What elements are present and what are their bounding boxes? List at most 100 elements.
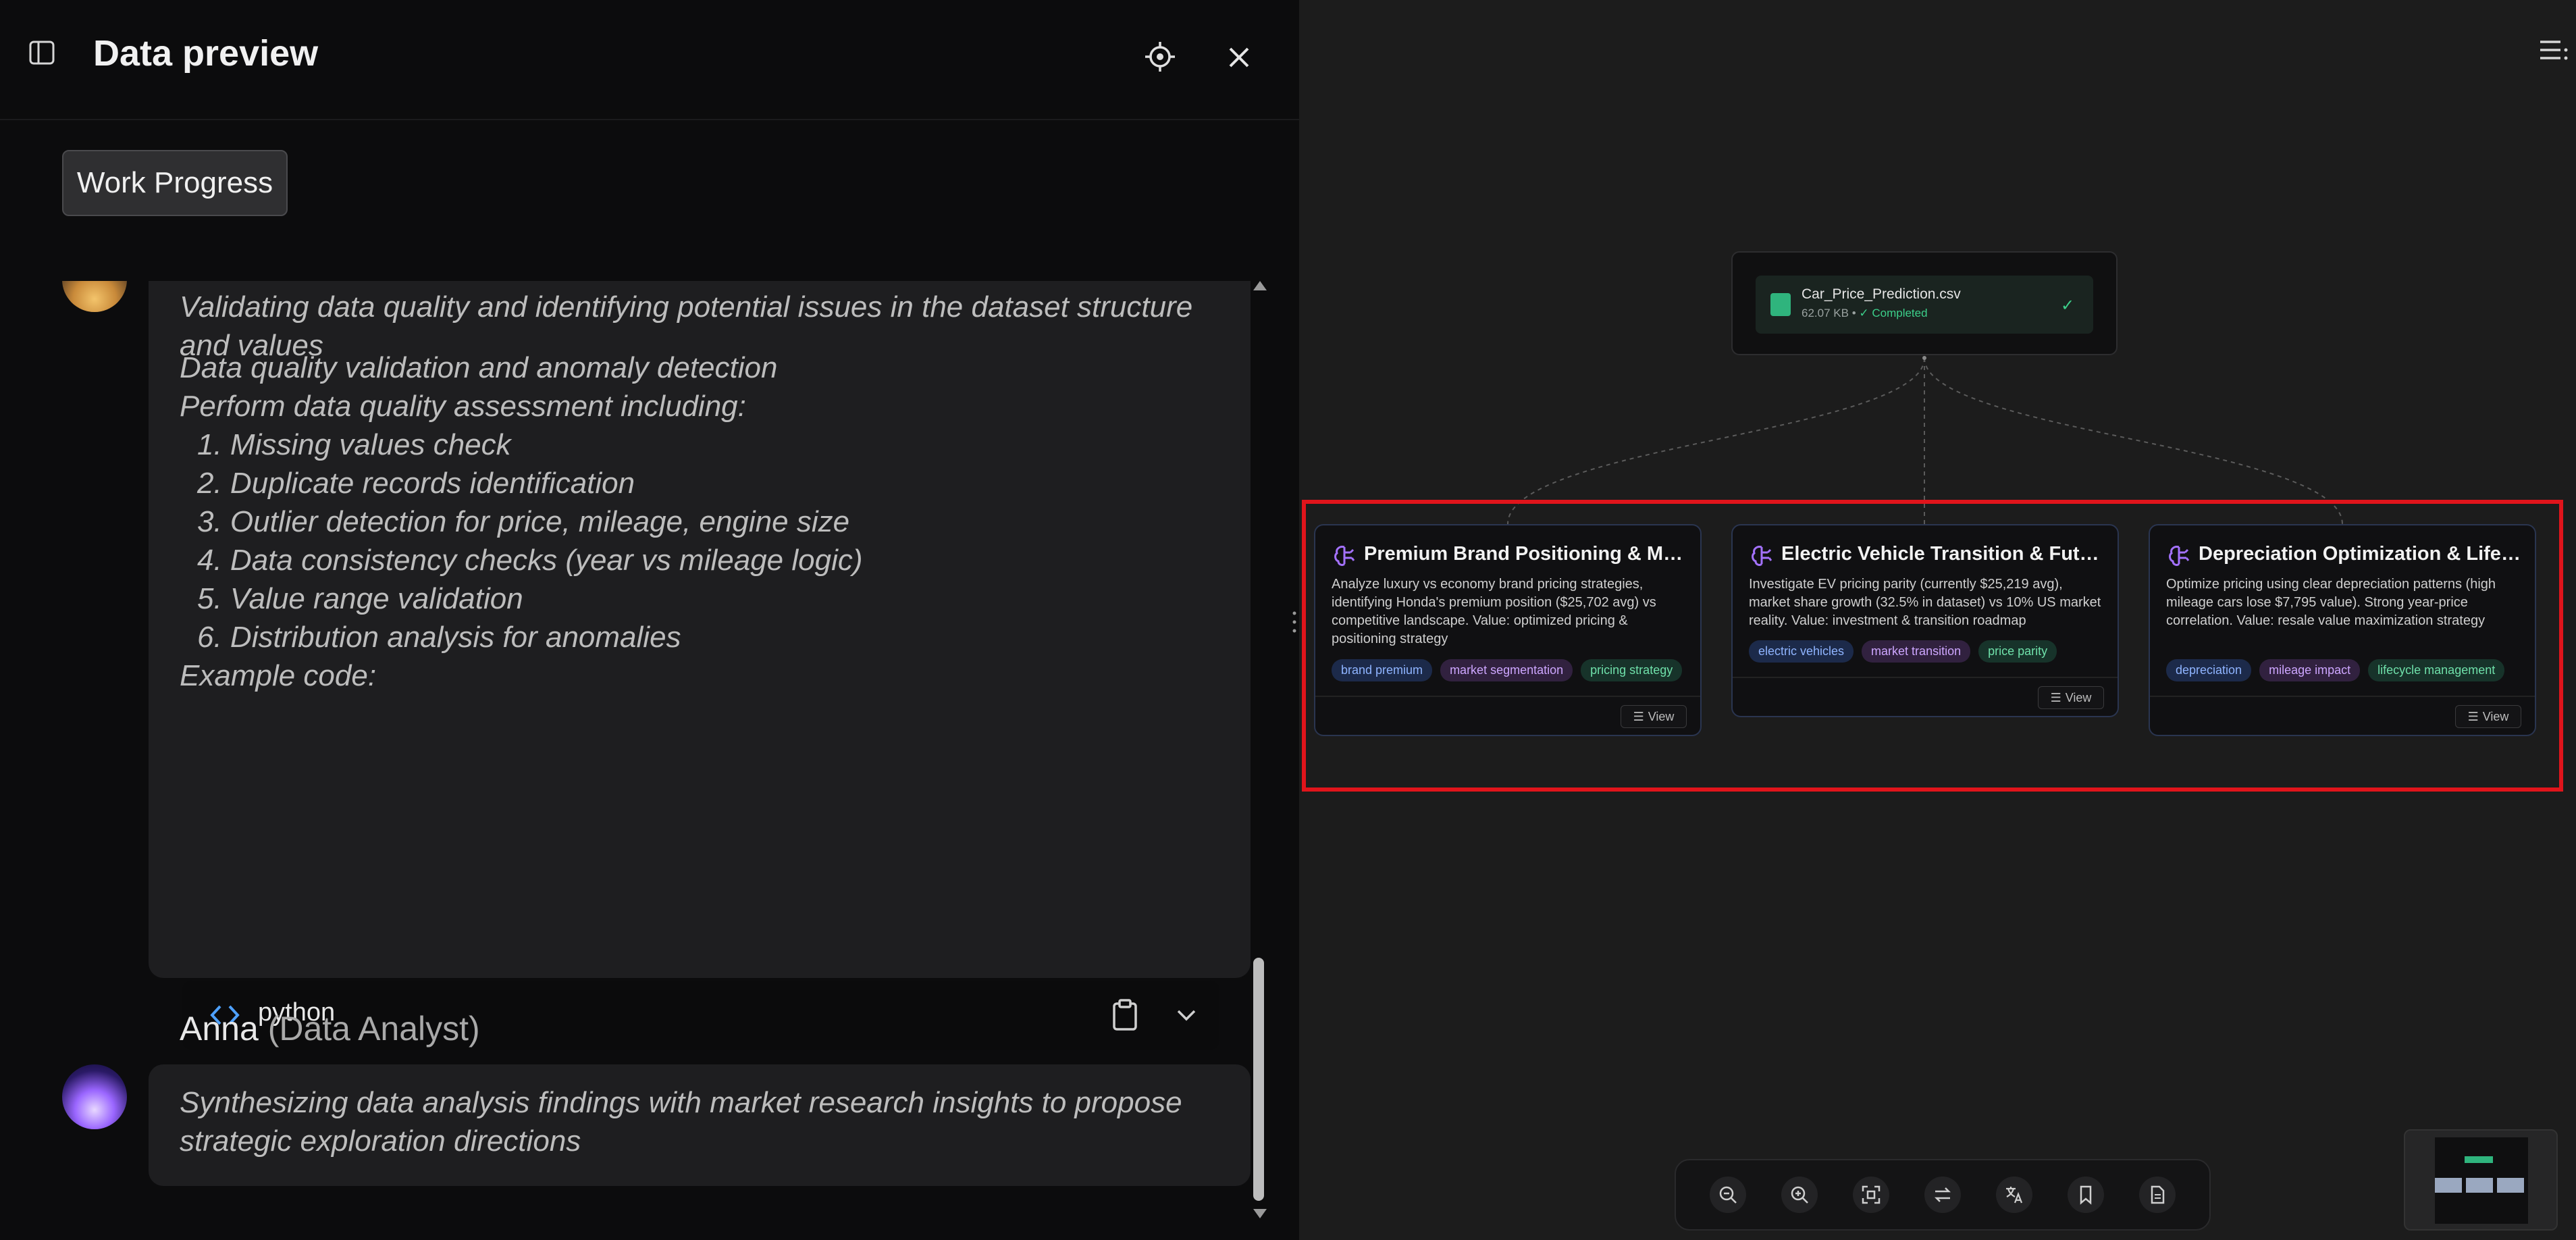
message-status: Synthesizing data analysis findings with… xyxy=(180,1086,1182,1158)
fit-view-icon xyxy=(1862,1185,1881,1204)
list-item: 1. Missing values check xyxy=(197,428,511,461)
direction-card[interactable]: Premium Brand Positioning & Mar... Analy… xyxy=(1314,524,1702,736)
sidebar-toggle-icon[interactable] xyxy=(28,39,55,66)
chat-scroll-area: Validating data quality and identifying … xyxy=(0,281,1299,1240)
minimap[interactable] xyxy=(2404,1129,2558,1231)
tag: market segmentation xyxy=(1440,659,1573,681)
scroll-down-arrow-icon[interactable] xyxy=(1253,1209,1267,1218)
card-title: Premium Brand Positioning & Mar... xyxy=(1364,543,1688,565)
agent-name: Anna (Data Analyst) xyxy=(180,1009,480,1048)
file-node[interactable]: Car_Price_Prediction.csv 62.07 KB • ✓ Co… xyxy=(1731,251,2118,355)
list-item: 6. Distribution analysis for anomalies xyxy=(197,621,681,654)
view-button[interactable]: ☰ View xyxy=(1621,705,1687,728)
file-name: Car_Price_Prediction.csv xyxy=(1802,286,1961,302)
zoom-in-icon xyxy=(1791,1186,1808,1204)
translate-icon xyxy=(2006,1187,2023,1204)
chevron-down-icon[interactable] xyxy=(1175,1005,1198,1025)
tag: electric vehicles xyxy=(1749,640,1854,663)
card-divider xyxy=(1733,677,2118,678)
tag: brand premium xyxy=(1332,659,1433,681)
tag-list: depreciation mileage impact lifecycle ma… xyxy=(2166,659,2505,681)
minimap-file-node xyxy=(2465,1156,2493,1163)
card-description: Investigate EV pricing parity (currently… xyxy=(1749,577,2101,628)
direction-card[interactable]: Electric Vehicle Transition & Future... … xyxy=(1731,524,2119,717)
agent-avatar xyxy=(62,1064,127,1129)
scrollbar-thumb[interactable] xyxy=(1253,958,1264,1201)
file-meta: 62.07 KB • ✓ Completed xyxy=(1802,307,1928,320)
card-title: Electric Vehicle Transition & Future... xyxy=(1781,543,2105,565)
list-item: 2. Duplicate records identification xyxy=(197,467,635,500)
direction-card[interactable]: Depreciation Optimization & Lifec... Opt… xyxy=(2149,524,2536,736)
agent-role: (Data Analyst) xyxy=(267,1010,480,1048)
panel-header: Data preview xyxy=(0,0,1299,120)
fit-view-button[interactable] xyxy=(1853,1177,1889,1213)
document-icon xyxy=(2151,1185,2165,1204)
card-divider xyxy=(2150,696,2535,697)
list-icon: ☰ xyxy=(1633,709,1644,723)
swap-icon xyxy=(1934,1187,1951,1202)
zoom-in-button[interactable] xyxy=(1781,1177,1818,1213)
agent-avatar xyxy=(62,281,127,312)
minimap-card xyxy=(2466,1178,2493,1193)
tag: pricing strategy xyxy=(1581,659,1683,681)
panel-resize-handle-icon[interactable] xyxy=(1291,598,1298,646)
locate-icon[interactable] xyxy=(1144,41,1176,73)
task-steps: 1. Missing values check 2. Duplicate rec… xyxy=(180,425,1233,656)
scroll-up-arrow-icon[interactable] xyxy=(1253,281,1267,290)
work-progress-button[interactable]: Work Progress xyxy=(62,150,288,216)
tag-list: electric vehicles market transition pric… xyxy=(1749,640,2057,663)
bookmark-button[interactable] xyxy=(2068,1177,2104,1213)
card-title: Depreciation Optimization & Lifec... xyxy=(2199,543,2523,565)
list-item: 4. Data consistency checks (year vs mile… xyxy=(197,544,863,577)
canvas-toolbar xyxy=(1675,1159,2211,1231)
agent-name-text: Anna xyxy=(180,1010,259,1048)
brain-icon xyxy=(2169,546,2190,566)
file-status: ✓ Completed xyxy=(1859,307,1928,319)
card-divider xyxy=(1315,696,1700,697)
message-bubble: Validating data quality and identifying … xyxy=(149,281,1251,1151)
check-icon: ✓ xyxy=(2061,296,2075,315)
list-menu-icon[interactable] xyxy=(2538,36,2570,63)
brain-icon xyxy=(1752,546,1772,566)
tag: price parity xyxy=(1978,640,2057,663)
list-item: 3. Outlier detection for price, mileage,… xyxy=(197,505,850,538)
tag: market transition xyxy=(1862,640,1971,663)
minimap-card xyxy=(2497,1178,2524,1193)
file-item[interactable]: Car_Price_Prediction.csv 62.07 KB • ✓ Co… xyxy=(1756,276,2093,334)
brain-icon xyxy=(1334,546,1355,566)
message-body: Data quality validation and anomaly dete… xyxy=(180,348,1233,695)
view-button-label: View xyxy=(2482,709,2509,723)
list-item: 5. Value range validation xyxy=(197,582,523,615)
chat-scrollbar[interactable] xyxy=(1251,281,1269,1220)
view-button[interactable]: ☰ View xyxy=(2455,705,2521,728)
card-description: Optimize pricing using clear depreciatio… xyxy=(2166,577,2496,628)
tag: lifecycle management xyxy=(2368,659,2505,681)
data-preview-panel: Data preview Work Progress Validating da… xyxy=(0,0,1299,1240)
view-button[interactable]: ☰ View xyxy=(2038,686,2104,709)
task-heading: Data quality validation and anomaly dete… xyxy=(180,351,778,384)
zoom-out-icon xyxy=(1719,1186,1737,1204)
view-button-label: View xyxy=(1648,709,1675,723)
panel-title: Data preview xyxy=(93,33,319,74)
view-button-label: View xyxy=(2065,690,2092,704)
list-icon: ☰ xyxy=(2467,709,2479,723)
tag: depreciation xyxy=(2166,659,2252,681)
clipboard-icon[interactable] xyxy=(1111,998,1138,1031)
list-icon: ☰ xyxy=(2050,690,2061,704)
task-intro: Perform data quality assessment includin… xyxy=(180,390,746,423)
bookmark-icon xyxy=(2080,1185,2092,1205)
message-bubble: Synthesizing data analysis findings with… xyxy=(149,1064,1251,1186)
card-description: Analyze luxury vs economy brand pricing … xyxy=(1332,577,1656,646)
document-button[interactable] xyxy=(2139,1177,2176,1213)
minimap-viewport[interactable] xyxy=(2435,1137,2528,1224)
tag: mileage impact xyxy=(2259,659,2361,681)
tag-list: brand premium market segmentation pricin… xyxy=(1332,659,1683,681)
zoom-out-button[interactable] xyxy=(1710,1177,1746,1213)
translate-button[interactable] xyxy=(1996,1177,2032,1213)
swap-layout-button[interactable] xyxy=(1924,1177,1961,1213)
file-size: 62.07 KB xyxy=(1802,307,1849,319)
minimap-card xyxy=(2435,1178,2462,1193)
meta-separator: • xyxy=(1851,307,1856,319)
spreadsheet-icon xyxy=(1770,293,1791,316)
close-icon[interactable] xyxy=(1222,41,1256,74)
